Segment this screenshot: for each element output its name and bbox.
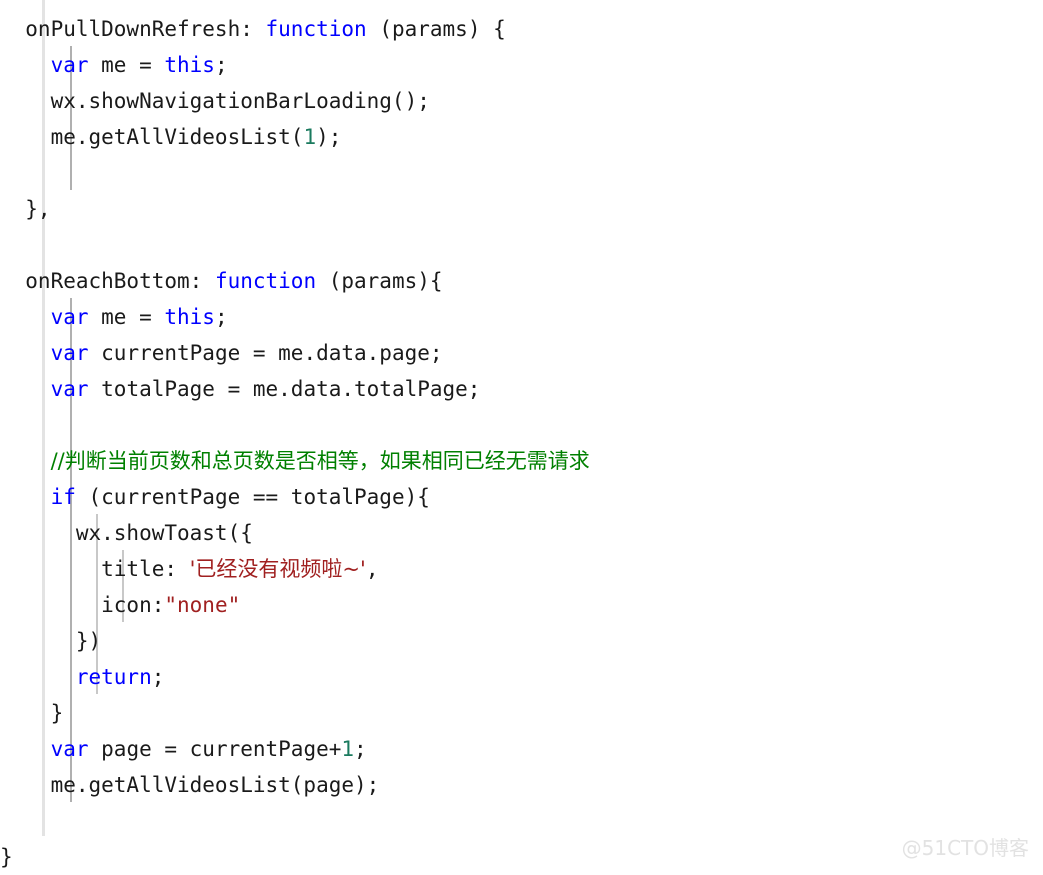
code-token-plain: me = xyxy=(88,305,165,329)
code-token-number: 1 xyxy=(341,737,355,761)
code-token-plain: wx.showToast({ xyxy=(0,521,253,545)
code-line[interactable]: var totalPage = me.data.totalPage; xyxy=(0,371,1043,407)
code-token-keyword: if xyxy=(50,485,76,509)
code-token-plain: (params){ xyxy=(316,269,443,293)
code-content[interactable]: onPullDownRefresh: function (params) { v… xyxy=(0,0,1043,875)
code-token-keyword: var xyxy=(50,53,89,77)
code-line[interactable]: me.getAllVideosList(1); xyxy=(0,119,1043,155)
code-token-plain: } xyxy=(0,701,64,725)
code-line[interactable]: onPullDownRefresh: function (params) { xyxy=(0,11,1043,47)
code-line[interactable]: title: '已经没有视频啦~', xyxy=(0,551,1043,587)
code-token-plain: , xyxy=(365,557,379,581)
code-line[interactable]: var page = currentPage+1; xyxy=(0,731,1043,767)
code-line[interactable]: me.getAllVideosList(page); xyxy=(0,767,1043,803)
code-line[interactable]: onReachBottom: function (params){ xyxy=(0,263,1043,299)
code-line[interactable] xyxy=(0,407,1043,443)
code-line[interactable]: var me = this; xyxy=(0,47,1043,83)
code-token-plain: }, xyxy=(0,197,51,221)
code-token-plain: }) xyxy=(0,629,102,653)
code-line[interactable]: var me = this; xyxy=(0,299,1043,335)
code-token-plain: ; xyxy=(151,665,165,689)
code-line[interactable]: } xyxy=(0,695,1043,731)
code-line[interactable]: wx.showNavigationBarLoading(); xyxy=(0,83,1043,119)
code-token-plain: page = currentPage+ xyxy=(88,737,342,761)
code-token-comment: //判断当前页数和总页数是否相等，如果相同已经无需请求 xyxy=(50,449,590,473)
code-token-plain: me.getAllVideosList(page); xyxy=(0,773,380,797)
code-token-plain: ); xyxy=(316,125,342,149)
code-token-keyword: var xyxy=(50,341,89,365)
code-line[interactable] xyxy=(0,155,1043,191)
code-line[interactable]: wx.showToast({ xyxy=(0,515,1043,551)
code-token-plain: icon: xyxy=(0,593,165,617)
code-line[interactable] xyxy=(0,227,1043,263)
code-line[interactable]: icon:"none" xyxy=(0,587,1043,623)
code-token-keyword: var xyxy=(50,737,89,761)
code-token-plain: ; xyxy=(354,737,367,761)
code-token-plain: title: xyxy=(0,557,190,581)
code-token-keyword: var xyxy=(50,377,89,401)
code-editor-screenshot: onPullDownRefresh: function (params) { v… xyxy=(0,0,1043,875)
code-token-keyword: function xyxy=(214,269,317,293)
code-token-plain: wx.showNavigationBarLoading(); xyxy=(0,89,430,113)
code-token-keyword: var xyxy=(50,305,89,329)
code-token-keyword: return xyxy=(75,665,152,689)
code-token-plain: me.getAllVideosList( xyxy=(0,125,304,149)
code-token-plain: onPullDownRefresh: xyxy=(0,17,266,41)
code-line[interactable]: }) xyxy=(0,623,1043,659)
code-line[interactable]: return; xyxy=(0,659,1043,695)
code-line[interactable]: } xyxy=(0,839,1043,875)
code-token-keyword: this xyxy=(164,53,215,77)
code-token-plain: ; xyxy=(214,53,228,77)
code-line[interactable] xyxy=(0,803,1043,839)
code-line[interactable]: //判断当前页数和总页数是否相等，如果相同已经无需请求 xyxy=(0,443,1043,479)
code-line[interactable]: var currentPage = me.data.page; xyxy=(0,335,1043,371)
code-token-plain: onReachBottom: xyxy=(0,269,215,293)
watermark-label: @51CTO博客 xyxy=(901,836,1029,860)
code-token-plain: ; xyxy=(214,305,228,329)
code-token-plain: } xyxy=(0,845,13,869)
code-token-plain: totalPage = me.data.totalPage; xyxy=(88,377,481,401)
code-token-keyword: function xyxy=(265,17,367,41)
code-token-plain: (params) { xyxy=(366,17,506,41)
code-token-string: '已经没有视频啦~' xyxy=(189,557,366,581)
code-token-plain: me = xyxy=(88,53,165,77)
code-token-keyword: this xyxy=(164,305,215,329)
code-line[interactable]: if (currentPage == totalPage){ xyxy=(0,479,1043,515)
code-token-plain: currentPage = me.data.page; xyxy=(88,341,443,365)
code-token-string: "none" xyxy=(164,593,241,617)
code-token-plain: (currentPage == totalPage){ xyxy=(75,485,430,509)
code-line[interactable]: }, xyxy=(0,191,1043,227)
code-token-number: 1 xyxy=(303,125,317,149)
